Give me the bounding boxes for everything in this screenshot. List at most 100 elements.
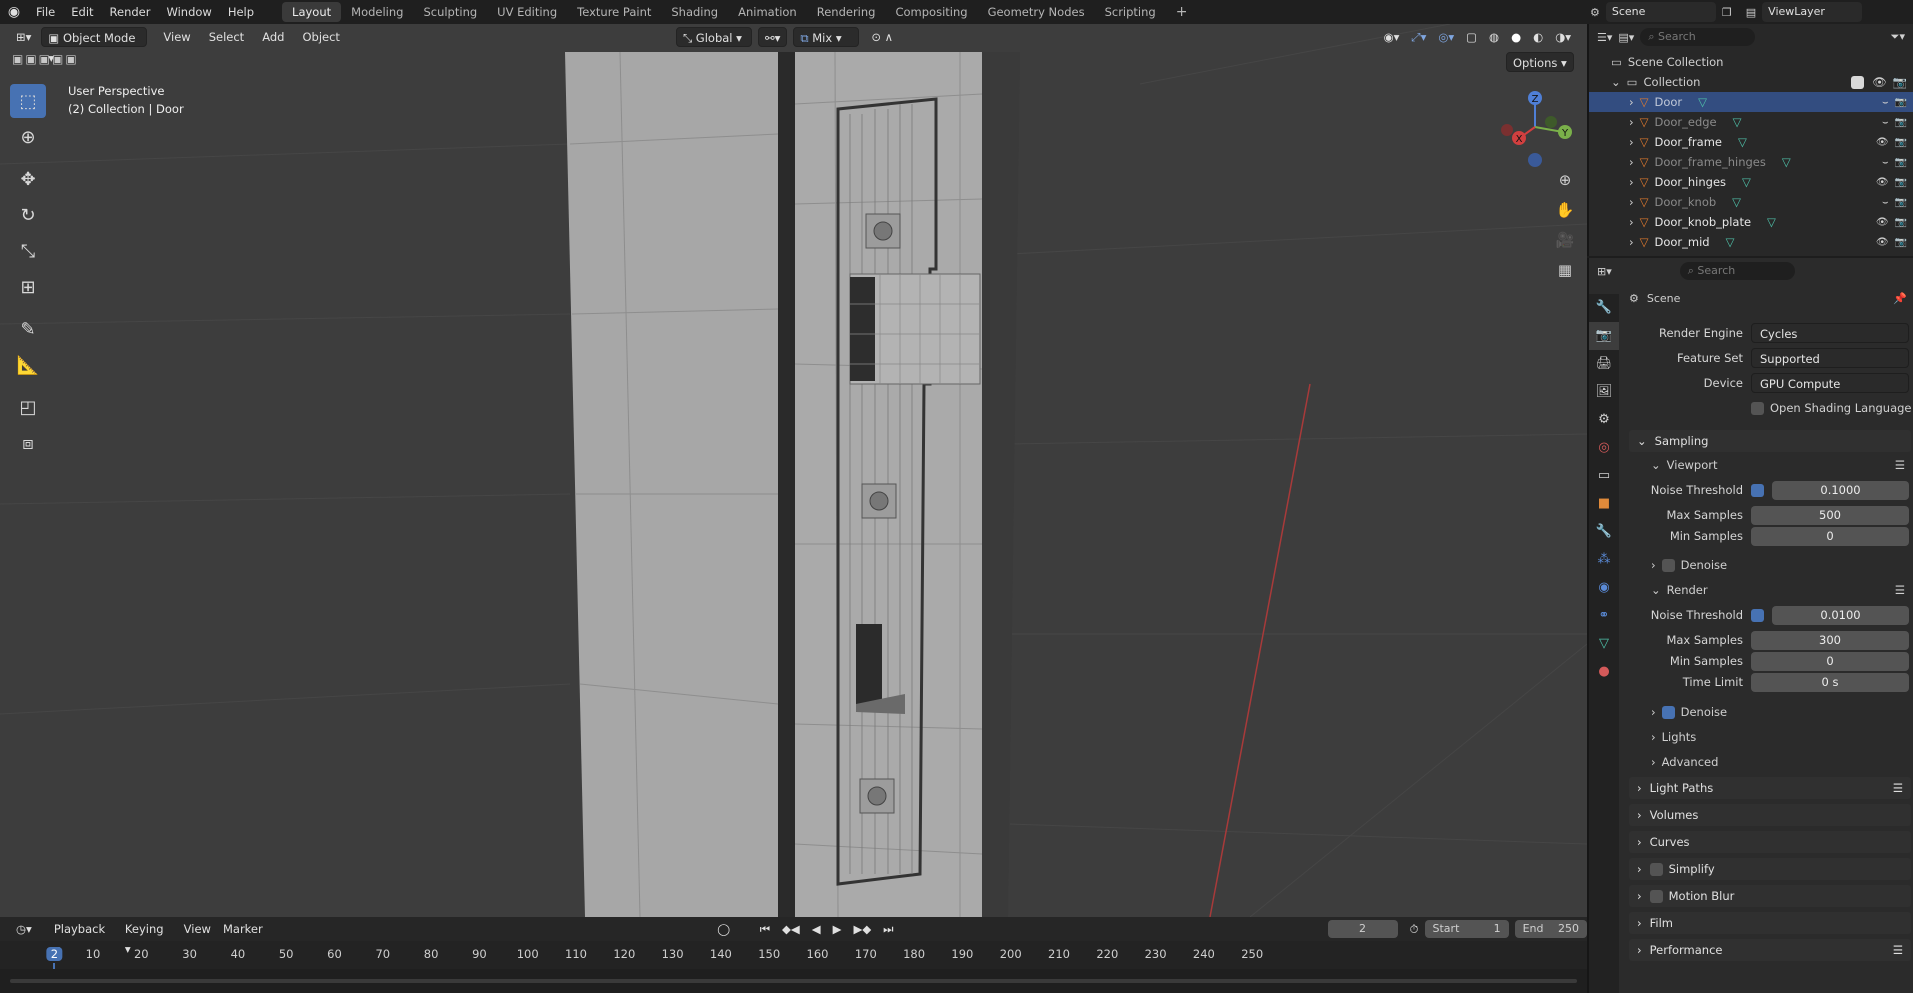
tab-rendering[interactable]: Rendering: [807, 2, 886, 22]
new-scene-icon[interactable]: ❐: [1722, 6, 1732, 19]
eye-icon[interactable]: 👁: [1876, 217, 1889, 228]
tab-shading[interactable]: Shading: [661, 2, 728, 22]
film-panel[interactable]: › Film: [1629, 912, 1911, 934]
render-visibility-icon[interactable]: 📷: [1895, 237, 1907, 248]
simplify-panel[interactable]: › Simplify: [1629, 858, 1911, 880]
options-button[interactable]: Options ▾: [1506, 52, 1574, 72]
render-engine-dropdown[interactable]: Cycles: [1751, 323, 1909, 343]
curves-panel[interactable]: › Curves: [1629, 831, 1911, 853]
eye-closed-icon[interactable]: ⌣: [1882, 117, 1889, 128]
collection-render-icon[interactable]: 📷: [1893, 75, 1907, 89]
current-frame-field[interactable]: 2: [1327, 920, 1398, 938]
next-keyframe-icon[interactable]: ▶◆: [847, 919, 877, 939]
r-min-samples-field[interactable]: 0: [1751, 651, 1909, 671]
timeline-scrollbar[interactable]: [10, 979, 1577, 983]
vp-min-samples-field[interactable]: 0: [1751, 526, 1909, 546]
expand-icon[interactable]: ›: [1629, 115, 1634, 129]
r-max-samples-field[interactable]: 300: [1751, 630, 1909, 650]
tab-scripting[interactable]: Scripting: [1095, 2, 1166, 22]
mesh-data-icon[interactable]: ▽: [1726, 235, 1735, 249]
viewport-subpanel-header[interactable]: ⌄ Viewport ☰: [1629, 454, 1913, 476]
editor-type-icon[interactable]: ⊞▾: [10, 27, 37, 47]
outliner-item[interactable]: › ▽ Door_frame_hinges ▽ ⌣ 📷: [1589, 152, 1913, 172]
scene-tab-icon[interactable]: ⚙: [1589, 406, 1619, 434]
render-visibility-icon[interactable]: 📷: [1895, 137, 1907, 148]
output-tab-icon[interactable]: 🖨: [1589, 350, 1619, 378]
feature-set-dropdown[interactable]: Supported: [1751, 348, 1909, 368]
menu-select[interactable]: Select: [203, 27, 250, 47]
view-layer-selector[interactable]: ViewLayer: [1762, 2, 1863, 22]
shading-material-icon[interactable]: ◐: [1527, 27, 1549, 47]
r-noise-threshold-field[interactable]: 0.0100: [1772, 605, 1909, 625]
properties-editor-icon[interactable]: ⊞▾: [1597, 265, 1612, 278]
vp-max-samples-field[interactable]: 500: [1751, 505, 1909, 525]
collection-tab-icon[interactable]: ▭: [1589, 462, 1619, 490]
expand-icon[interactable]: ›: [1629, 215, 1634, 229]
object-mode-dropdown[interactable]: ▣ Object Mode ▾: [41, 27, 148, 65]
vp-denoise-checkbox[interactable]: [1661, 558, 1675, 572]
outliner-item[interactable]: › ▽ Door_hinges ▽ 👁 📷: [1589, 172, 1913, 192]
tab-texture-paint[interactable]: Texture Paint: [567, 2, 661, 22]
particles-tab-icon[interactable]: ⁂: [1589, 546, 1619, 574]
prev-keyframe-icon[interactable]: ◆◀: [776, 919, 806, 939]
tab-geometry-nodes[interactable]: Geometry Nodes: [978, 2, 1095, 22]
outliner-search-input[interactable]: ⌕ Search: [1640, 28, 1756, 46]
annotate-icon[interactable]: ✎: [10, 312, 46, 346]
proportional-editing-icon[interactable]: ⊙ ∧: [865, 27, 899, 47]
outliner-scene-collection[interactable]: ▭ Scene Collection: [1589, 52, 1913, 72]
expand-icon[interactable]: ›: [1629, 135, 1634, 149]
vp-noise-threshold-checkbox[interactable]: [1751, 483, 1764, 497]
scene-icon[interactable]: ⚙: [1590, 6, 1600, 19]
sampling-panel-header[interactable]: ⌄ Sampling: [1629, 430, 1911, 452]
light-paths-panel[interactable]: › Light Paths ☰: [1629, 777, 1911, 799]
viewport-presets-icon[interactable]: ☰: [1895, 458, 1905, 472]
menu-object[interactable]: Object: [296, 27, 345, 47]
snap-dropdown[interactable]: ⧉ Mix ▾: [793, 27, 860, 47]
motion-blur-panel[interactable]: › Motion Blur: [1629, 885, 1911, 907]
osl-checkbox[interactable]: [1751, 401, 1764, 415]
menu-timeline-view[interactable]: View: [178, 919, 217, 939]
tab-compositing[interactable]: Compositing: [885, 2, 977, 22]
physics-tab-icon[interactable]: ◉: [1589, 574, 1619, 602]
outliner-item[interactable]: › ▽ Door_knob ▽ ⌣ 📷: [1589, 192, 1913, 212]
menu-window[interactable]: Window: [158, 0, 219, 24]
expand-icon[interactable]: ›: [1629, 155, 1634, 169]
timeline-track[interactable]: [0, 969, 1587, 993]
render-visibility-icon[interactable]: 📷: [1895, 217, 1907, 228]
mesh-data-icon[interactable]: ▽: [1782, 155, 1791, 169]
scene-selector[interactable]: Scene: [1605, 2, 1716, 22]
constraints-tab-icon[interactable]: ⚭: [1589, 602, 1619, 630]
display-mode-icon[interactable]: ▤▾: [1618, 31, 1634, 44]
collection-include-checkbox[interactable]: [1851, 75, 1865, 89]
pan-icon[interactable]: ✋: [1553, 198, 1577, 222]
rotate-icon[interactable]: ↻: [10, 198, 46, 232]
menu-playback[interactable]: Playback ▾: [48, 919, 119, 956]
mesh-data-icon[interactable]: ▽: [1732, 195, 1741, 209]
visibility-icon[interactable]: ◉▾: [1378, 27, 1406, 47]
simplify-checkbox[interactable]: [1649, 862, 1663, 876]
menu-marker[interactable]: Marker: [217, 919, 269, 939]
play-icon[interactable]: ▶: [827, 919, 848, 939]
render-visibility-icon[interactable]: 📷: [1895, 117, 1907, 128]
advanced-subpanel[interactable]: › Advanced: [1629, 751, 1913, 773]
transform-icon[interactable]: ⊞: [10, 270, 46, 304]
mesh-data-icon[interactable]: ▽: [1738, 135, 1747, 149]
render-visibility-icon[interactable]: 📷: [1895, 197, 1907, 208]
play-reverse-icon[interactable]: ◀: [806, 919, 827, 939]
r-noise-threshold-checkbox[interactable]: [1751, 608, 1764, 622]
outliner-item[interactable]: › ▽ Door_knob_plate ▽ 👁 📷: [1589, 212, 1913, 232]
mesh-data-icon[interactable]: ▽: [1767, 215, 1776, 229]
scale-icon[interactable]: ⤡: [10, 234, 46, 268]
transform-orientation-dropdown[interactable]: ⤡ Global ▾: [675, 27, 752, 47]
render-visibility-icon[interactable]: 📷: [1895, 157, 1907, 168]
gizmo-icon[interactable]: ⤢▾: [1405, 27, 1432, 47]
volumes-panel[interactable]: › Volumes: [1629, 804, 1911, 826]
render-visibility-icon[interactable]: 📷: [1895, 177, 1907, 188]
outliner-item[interactable]: › ▽ Door_frame ▽ 👁 📷: [1589, 132, 1913, 152]
eye-icon[interactable]: 👁: [1876, 137, 1889, 148]
timeline-editor-icon[interactable]: ◷▾: [10, 919, 38, 939]
measure-icon[interactable]: 📐: [10, 348, 46, 382]
expand-icon[interactable]: ›: [1629, 235, 1634, 249]
eye-closed-icon[interactable]: ⌣: [1882, 97, 1889, 108]
outliner-item[interactable]: › ▽ Door_mid ▽ 👁 📷: [1589, 232, 1913, 252]
